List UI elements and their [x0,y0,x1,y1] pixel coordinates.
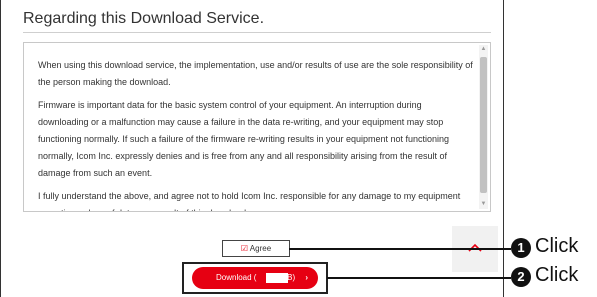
scroll-down-arrow-icon[interactable]: ▼ [479,200,488,209]
check-icon: ☑ [240,244,249,253]
callout-number-2: 2 [511,267,531,287]
callout-number-1: 1 [511,238,531,258]
callout-text-2: Click [535,264,579,286]
callout-text-1: Click [535,235,579,257]
agree-label: Agree [249,244,272,253]
page-title: Regarding this Download Service. [23,10,265,27]
download-service-page: Regarding this Download Service. When us… [0,0,504,297]
callout-line-agree [289,248,511,250]
terms-paragraph: Firmware is important data for the basic… [38,100,450,178]
chevron-right-icon: › [305,273,308,282]
download-button[interactable]: Download (MB) › [192,267,318,289]
callout-line-download [327,277,511,279]
title-divider [23,32,491,33]
terms-paragraph: When using this download service, the im… [38,60,473,87]
agree-checkbox[interactable]: ☑ Agree [222,240,290,257]
terms-content: When using this download service, the im… [38,57,474,211]
terms-scrollbar[interactable]: ▲ ▼ [479,45,488,209]
scrollbar-thumb[interactable] [480,57,487,193]
terms-scroll-box[interactable]: When using this download service, the im… [23,42,491,212]
scroll-up-arrow-icon[interactable]: ▲ [479,45,488,54]
terms-paragraph: I fully understand the above, and agree … [38,191,461,211]
download-size-redaction [266,273,288,283]
